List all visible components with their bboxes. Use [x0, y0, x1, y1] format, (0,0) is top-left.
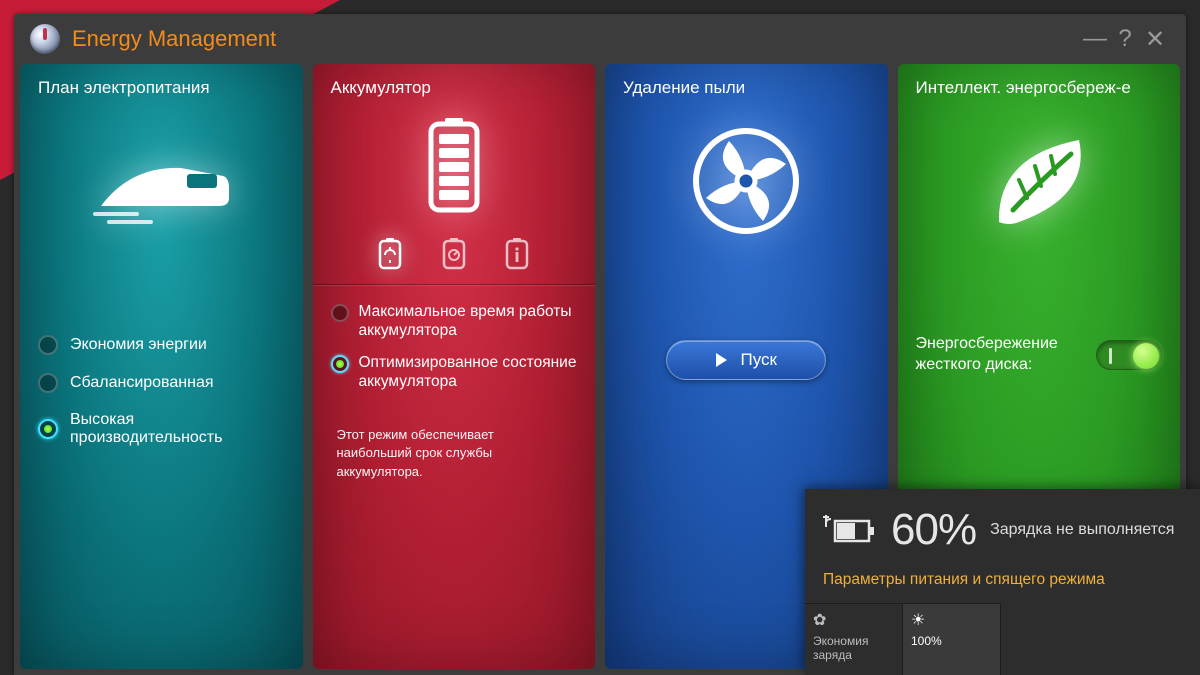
power-option-saver[interactable]: Экономия энергии — [38, 326, 285, 364]
card-title: Аккумулятор — [331, 78, 578, 98]
mode-brightness[interactable]: ☀ 100% — [903, 603, 1001, 675]
power-sleep-settings-link[interactable]: Параметры питания и спящего режима — [823, 571, 1182, 589]
card-power-plan: План электропитания Экономия энерги — [20, 64, 303, 669]
toggle-knob — [1133, 343, 1159, 369]
minimize-button[interactable]: — — [1080, 25, 1110, 53]
option-label: Максимальное время работы аккумулятора — [359, 302, 578, 341]
train-icon — [38, 106, 285, 256]
battery-mode-description: Этот режим обеспечивает наибольший срок … — [337, 426, 572, 483]
fan-icon — [623, 106, 870, 256]
charging-battery-icon — [823, 513, 877, 547]
battery-tab-health[interactable] — [366, 230, 414, 278]
battery-option-max-runtime[interactable]: Максимальное время работы аккумулятора — [331, 296, 578, 347]
divider — [313, 284, 596, 286]
option-label: Сбалансированная — [70, 374, 214, 392]
option-label: Экономия энергии — [70, 336, 207, 354]
card-battery: Аккумулятор — [313, 64, 596, 669]
radio-icon — [38, 373, 58, 393]
power-plan-options: Экономия энергии Сбалансированная Высока… — [38, 326, 285, 456]
card-title: Интеллект. энергосбереж-е — [916, 78, 1163, 98]
card-title: Удаление пыли — [623, 78, 870, 98]
app-title: Energy Management — [72, 26, 276, 52]
card-title: План электропитания — [38, 78, 285, 98]
radio-icon — [331, 304, 349, 322]
radio-icon — [38, 419, 58, 439]
hdd-saving-row: Энергосбережение жесткого диска: — [916, 334, 1163, 376]
brightness-modes: ✿ Экономия заряда ☀ 100% — [805, 603, 1200, 675]
app-logo-icon — [30, 24, 60, 54]
battery-icon — [331, 106, 578, 226]
power-option-performance[interactable]: Высокая производительность — [38, 402, 285, 456]
button-label: Пуск — [741, 350, 777, 370]
radio-icon — [331, 355, 349, 373]
hdd-saving-toggle[interactable] — [1096, 340, 1162, 370]
leaf-small-icon: ✿ — [813, 610, 894, 630]
mode-battery-saver[interactable]: ✿ Экономия заряда — [805, 603, 903, 675]
radio-icon — [38, 335, 58, 355]
battery-flyout: 60% Зарядка не выполняется Параметры пит… — [805, 489, 1200, 675]
row-label: Энергосбережение жесткого диска: — [916, 334, 1086, 376]
battery-option-optimized[interactable]: Оптимизированное состояние аккумулятора — [331, 347, 578, 398]
brightness-icon: ☀ — [911, 610, 992, 630]
toggle-on-indicator — [1109, 348, 1112, 364]
battery-tab-info[interactable] — [493, 230, 541, 278]
power-option-balanced[interactable]: Сбалансированная — [38, 364, 285, 402]
mode-value: 100% — [911, 634, 992, 648]
option-label: Высокая производительность — [70, 411, 285, 447]
play-icon — [716, 353, 727, 367]
help-button[interactable]: ? — [1110, 25, 1140, 53]
battery-status: Зарядка не выполняется — [990, 520, 1174, 540]
battery-tabs — [359, 230, 550, 278]
battery-percent: 60% — [891, 505, 976, 555]
mode-label: Экономия заряда — [813, 634, 894, 662]
close-button[interactable]: ✕ — [1140, 25, 1170, 54]
battery-tab-gauge[interactable] — [430, 230, 478, 278]
titlebar: Energy Management — ? ✕ — [14, 14, 1186, 64]
leaf-icon — [916, 106, 1163, 256]
start-button[interactable]: Пуск — [666, 340, 826, 380]
option-label: Оптимизированное состояние аккумулятора — [359, 353, 578, 392]
